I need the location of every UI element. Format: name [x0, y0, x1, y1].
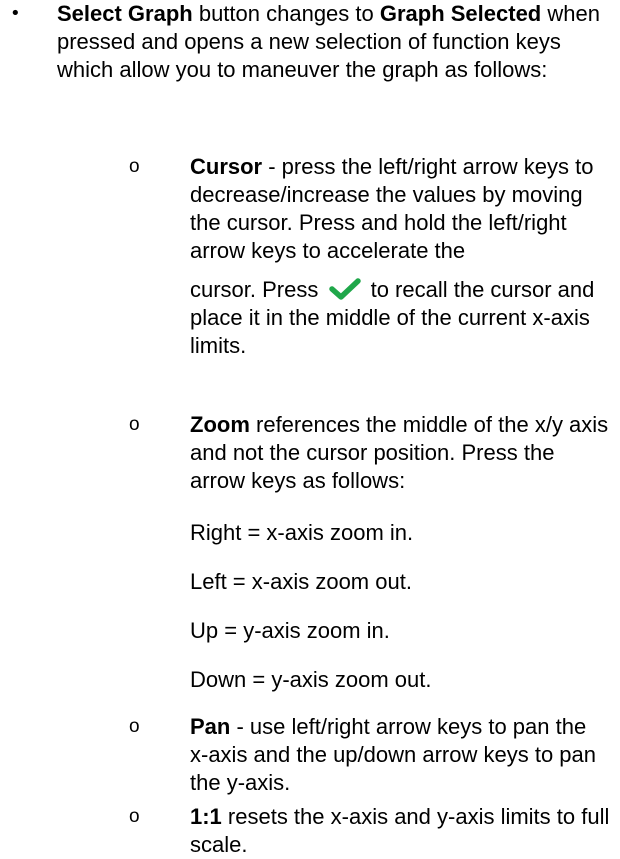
- select-graph-text-1: button changes to: [192, 1, 380, 26]
- zoom-text: references the middle of the x/y axis an…: [190, 412, 609, 493]
- zoom-left-line: Left = x-axis zoom out.: [190, 569, 412, 594]
- zoom-description: Zoom references the middle of the x/y ax…: [190, 411, 610, 495]
- select-graph-term: Select Graph: [57, 1, 193, 26]
- cursor-term: Cursor: [190, 154, 263, 179]
- pan-text: - use left/right arrow keys to pan the x…: [190, 714, 597, 795]
- pan-term: Pan: [190, 714, 231, 739]
- zoom-right-line: Right = x-axis zoom in.: [190, 520, 414, 545]
- reset-text: resets the x-axis and y-axis limits to f…: [190, 804, 610, 857]
- reset-term: 1:1: [190, 804, 222, 829]
- cursor-description: Cursor - press the left/right arrow keys…: [190, 153, 610, 265]
- sub-bullet-marker: o: [129, 414, 140, 435]
- sub-bullet-marker: o: [129, 716, 140, 737]
- zoom-up-line: Up = y-axis zoom in.: [190, 618, 390, 643]
- sub-bullet-marker: o: [129, 806, 140, 827]
- sub-bullet-marker: o: [129, 156, 140, 177]
- cursor-text-before-icon: cursor. Press: [190, 277, 325, 302]
- zoom-down-line: Down = y-axis zoom out.: [190, 667, 432, 692]
- graph-selected-term: Graph Selected: [379, 1, 542, 26]
- select-graph-description: Select Graph button changes to Graph Sel…: [57, 0, 602, 84]
- zoom-term: Zoom: [190, 412, 250, 437]
- document-page: • Select Graph button changes to Graph S…: [0, 0, 620, 857]
- pan-description: Pan - use left/right arrow keys to pan t…: [190, 713, 610, 797]
- cursor-recall-paragraph: cursor. Press to recall the cursor and p…: [190, 276, 610, 360]
- reset-description: 1:1 resets the x-axis and y-axis limits …: [190, 803, 610, 859]
- bullet-marker: •: [10, 3, 21, 24]
- checkmark-icon: [328, 278, 362, 300]
